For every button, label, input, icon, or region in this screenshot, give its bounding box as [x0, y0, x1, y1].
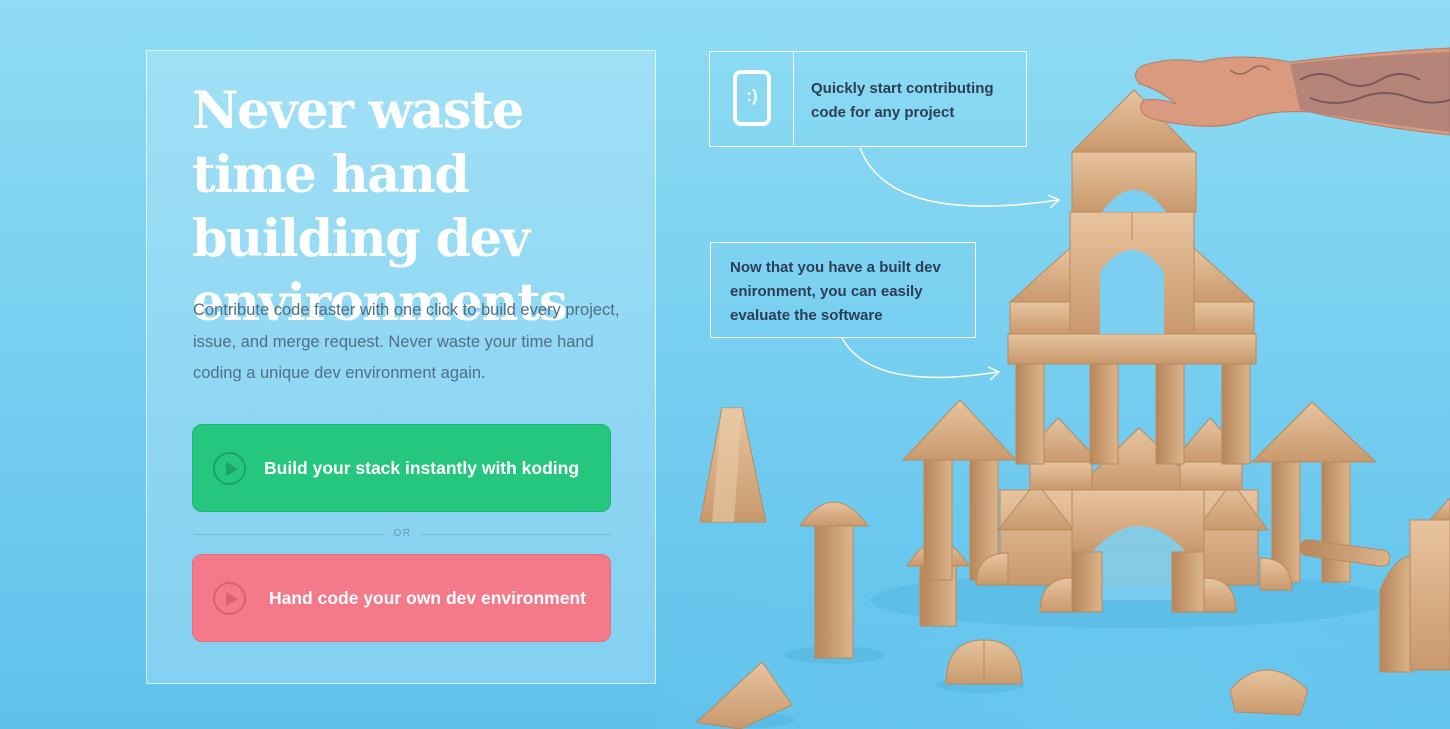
hand-code-label: Hand code your own dev environment — [269, 587, 586, 608]
callout-evaluate-text: Now that you have a built dev enironment… — [730, 259, 941, 324]
or-divider: OR — [194, 527, 611, 541]
divider-line-right — [421, 534, 611, 535]
hero-panel: Never waste time hand building dev envir… — [146, 50, 656, 684]
build-stack-koding-button[interactable]: Build your stack instantly with koding — [192, 424, 611, 512]
hero-description: Contribute code faster with one click to… — [193, 301, 620, 382]
play-icon — [213, 452, 246, 485]
callout-evaluate: Now that you have a built dev enironment… — [710, 242, 976, 338]
callout-quick-start-text: Quickly start contributing code for any … — [811, 80, 994, 121]
smiley-phone-icon: :) — [733, 70, 771, 126]
play-icon — [213, 582, 246, 615]
callout-quick-start: :) Quickly start contributing code for a… — [709, 51, 1027, 147]
callout-icon-box: :) — [710, 52, 794, 145]
build-stack-koding-label: Build your stack instantly with koding — [264, 457, 580, 478]
hand-code-dev-environment-button[interactable]: Hand code your own dev environment — [192, 554, 611, 642]
